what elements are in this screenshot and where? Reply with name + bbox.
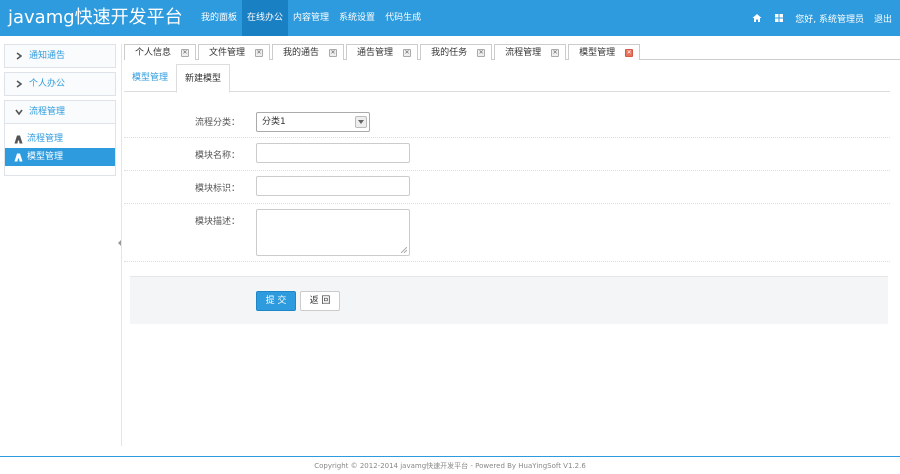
sidebar-submenu: 流程管理 模型管理 — [4, 124, 116, 176]
chevron-right-icon — [15, 80, 23, 88]
close-icon[interactable]: ✕ — [181, 48, 190, 57]
tab-file-management[interactable]: 文件管理 ✕ — [198, 44, 271, 60]
resize-grip-icon[interactable] — [401, 247, 407, 253]
tab-label: 个人信息 — [135, 47, 172, 58]
form-actions: 提 交 返 回 — [130, 276, 888, 324]
close-icon[interactable]: ✕ — [403, 48, 412, 57]
tab-personal-info[interactable]: 个人信息 ✕ — [124, 44, 197, 60]
tab-my-tasks[interactable]: 我的任务 ✕ — [420, 44, 493, 60]
top-navbar: javamg快速开发平台 我的面板 在线办公 内容管理 系统设置 代码生成 您好… — [0, 0, 900, 36]
tab-process-management[interactable]: 流程管理 ✕ — [494, 44, 567, 60]
tab-model-management[interactable]: 模型管理 ✕ — [568, 44, 641, 60]
tab-label: 模型管理 — [579, 47, 616, 58]
sidebar-group-personal[interactable]: 个人办公 — [4, 72, 116, 96]
module-name-label: 模块名称： — [194, 151, 240, 161]
tab-label: 我的任务 — [431, 47, 468, 58]
page-tabbar: 个人信息 ✕ 文件管理 ✕ 我的通告 ✕ 通告管理 ✕ 我的任务 ✕ 流程管理 … — [124, 44, 900, 60]
sidebar-item-process-management[interactable]: 流程管理 — [5, 130, 115, 148]
back-button[interactable]: 返 回 — [300, 291, 340, 311]
main-nav: 我的面板 在线办公 内容管理 系统设置 代码生成 — [196, 0, 426, 36]
tab-label: 流程管理 — [505, 47, 542, 58]
subtab-new-model[interactable]: 新建模型 — [176, 64, 231, 93]
tab-label: 通告管理 — [357, 47, 394, 58]
close-icon[interactable]: ✕ — [551, 48, 560, 57]
form-row-description: 模块描述： — [124, 204, 890, 262]
sidebar-group-workflow[interactable]: 流程管理 — [4, 100, 116, 124]
collapse-arrow-icon[interactable] — [118, 240, 121, 246]
category-select[interactable]: 分类1 — [256, 112, 370, 132]
category-selected-value: 分类1 — [262, 117, 286, 127]
brand-title[interactable]: javamg快速开发平台 — [8, 6, 183, 30]
sidebar-group-label: 流程管理 — [29, 107, 66, 117]
sidebar-item-model-management[interactable]: 模型管理 — [5, 148, 115, 166]
tab-label: 文件管理 — [209, 47, 246, 58]
dropdown-arrow-icon[interactable] — [355, 116, 367, 128]
nav-item-content[interactable]: 内容管理 — [288, 0, 334, 36]
sidebar-splitter[interactable] — [118, 44, 122, 446]
subtab-model-list[interactable]: 模型管理 — [124, 64, 176, 92]
nav-item-settings[interactable]: 系统设置 — [334, 0, 380, 36]
user-greeting[interactable]: 您好, 系统管理员 — [795, 12, 864, 25]
close-icon[interactable]: ✕ — [255, 48, 264, 57]
module-desc-label: 模块描述： — [194, 217, 240, 227]
form-row-name: 模块名称： — [124, 138, 890, 171]
logout-link[interactable]: 退出 — [874, 12, 892, 25]
sidebar-group-notices[interactable]: 通知通告 — [4, 44, 116, 68]
chevron-right-icon — [15, 52, 23, 60]
road-icon — [13, 152, 23, 162]
user-area: 您好, 系统管理员 退出 — [751, 0, 892, 36]
nav-item-dashboard[interactable]: 我的面板 — [196, 0, 242, 36]
tab-label: 我的通告 — [283, 47, 320, 58]
nav-item-codegen[interactable]: 代码生成 — [380, 0, 426, 36]
sidebar-group-label: 通知通告 — [29, 51, 66, 61]
tab-my-notices[interactable]: 我的通告 ✕ — [272, 44, 345, 60]
form-row-category: 流程分类： — [124, 106, 890, 138]
close-icon[interactable]: ✕ — [477, 48, 486, 57]
sidebar: 通知通告 个人办公 流程管理 流程管理 模型管理 — [4, 44, 116, 176]
nav-item-online-office[interactable]: 在线办公 — [242, 0, 289, 36]
module-name-input[interactable] — [256, 143, 410, 163]
submit-button[interactable]: 提 交 — [256, 291, 296, 311]
sidebar-item-label: 模型管理 — [27, 152, 64, 162]
category-label: 流程分类： — [194, 118, 240, 128]
sidebar-item-label: 流程管理 — [27, 134, 64, 144]
form-row-key: 模块标识： — [124, 171, 890, 204]
close-icon[interactable]: ✕ — [625, 48, 634, 57]
module-desc-textarea[interactable] — [256, 209, 410, 256]
tab-notice-management[interactable]: 通告管理 ✕ — [346, 44, 419, 60]
module-key-input[interactable] — [256, 176, 410, 196]
close-icon[interactable]: ✕ — [329, 48, 338, 57]
footer-copyright: Copyright © 2012-2014 javamg快速开发平台 - Pow… — [314, 462, 586, 470]
home-icon[interactable] — [751, 12, 763, 24]
footer-divider — [0, 456, 900, 457]
grid-menu-icon[interactable] — [773, 12, 785, 24]
sidebar-group-label: 个人办公 — [29, 79, 66, 89]
road-icon — [13, 134, 23, 144]
content-subtabs: 模型管理 新建模型 — [124, 64, 890, 93]
chevron-down-icon — [15, 108, 23, 116]
module-key-label: 模块标识： — [194, 184, 240, 194]
